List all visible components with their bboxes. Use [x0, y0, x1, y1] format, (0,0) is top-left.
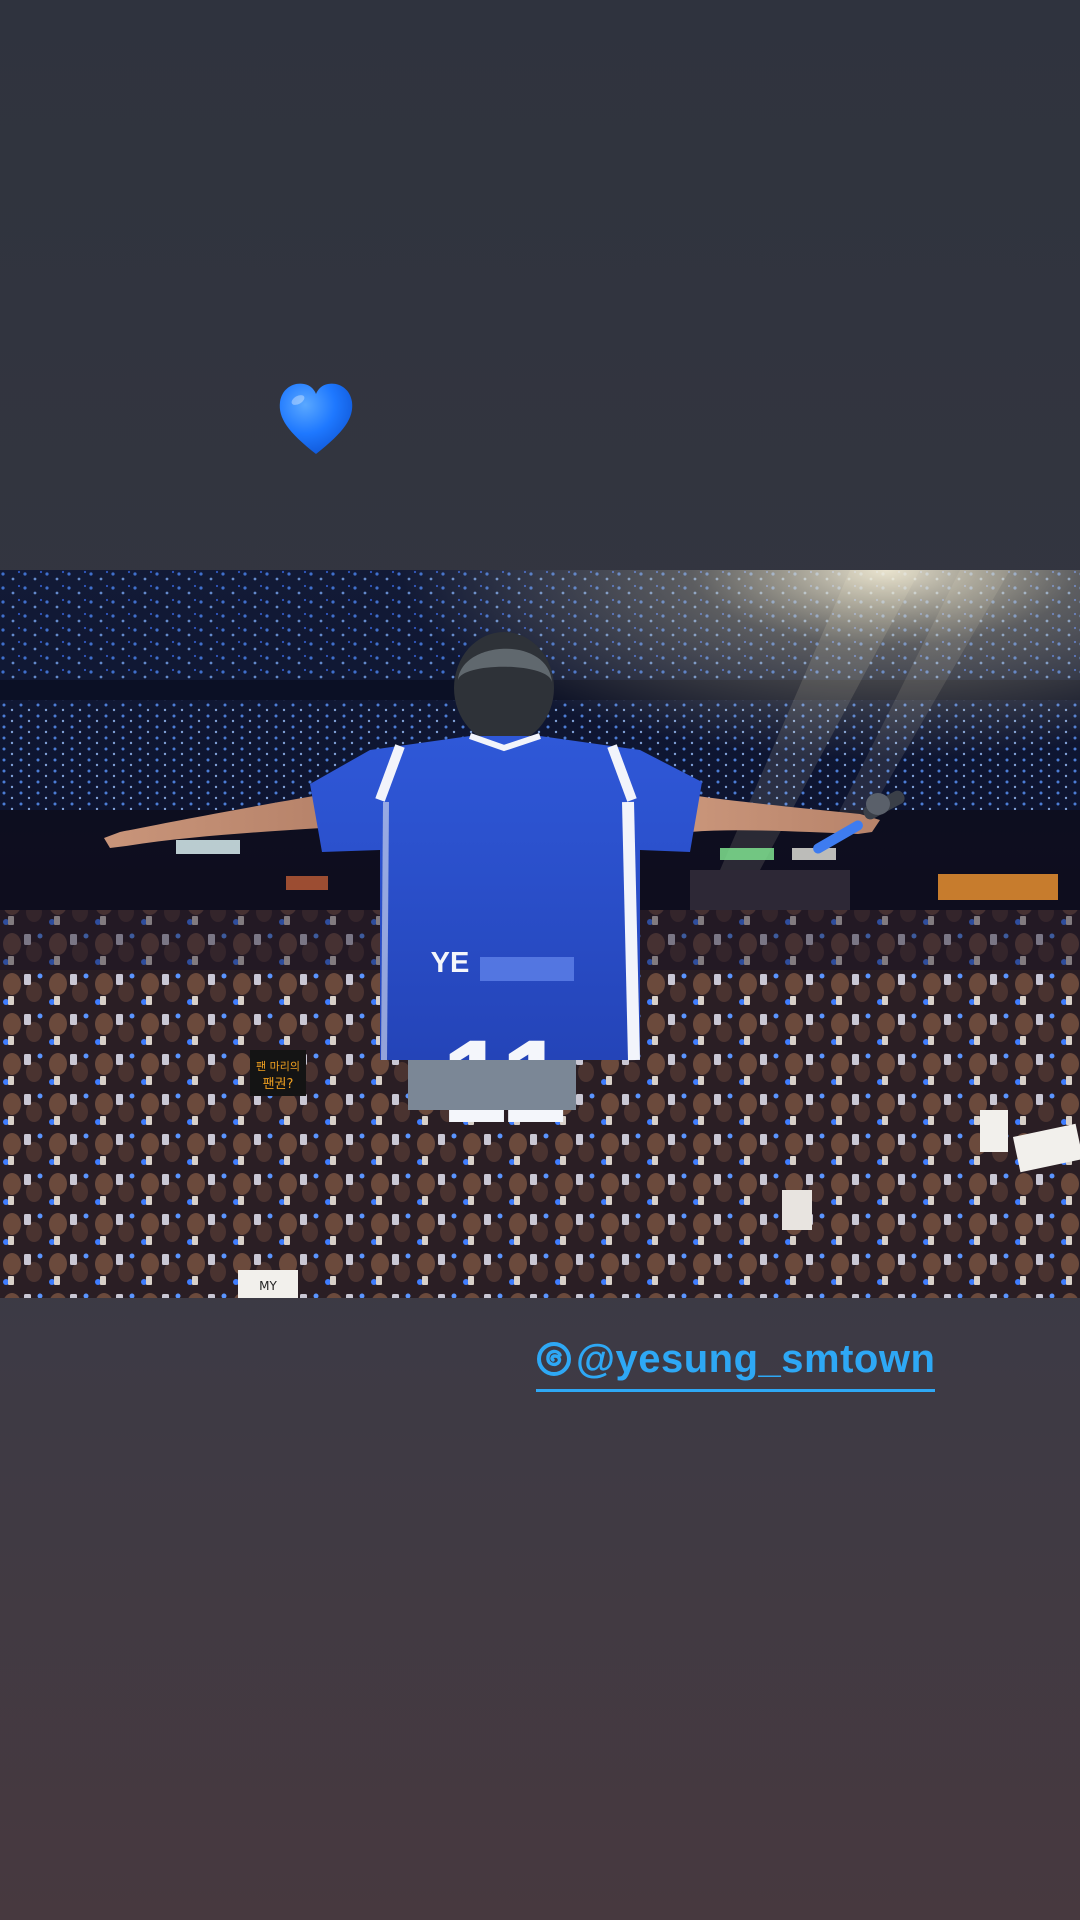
story-canvas: 팬 마리의 팬권? MY YE @yesung_smtown	[0, 0, 1080, 1920]
fan-sign-text: MY	[259, 1279, 277, 1293]
threads-icon	[537, 1342, 571, 1376]
threads-mention-sticker[interactable]: @yesung_smtown	[536, 1331, 936, 1392]
blue-heart-sticker[interactable]	[276, 380, 356, 458]
concert-photo: 팬 마리의 팬권? MY YE	[0, 570, 1080, 1298]
svg-text:팬권?: 팬권?	[263, 1077, 294, 1092]
svg-text:팬 마리의: 팬 마리의	[256, 1060, 300, 1073]
concert-photo-illustration: 팬 마리의 팬권? MY YE	[0, 570, 1080, 1298]
jersey-name-text: YE	[431, 947, 470, 979]
mention-handle: @yesung_smtown	[576, 1336, 936, 1381]
